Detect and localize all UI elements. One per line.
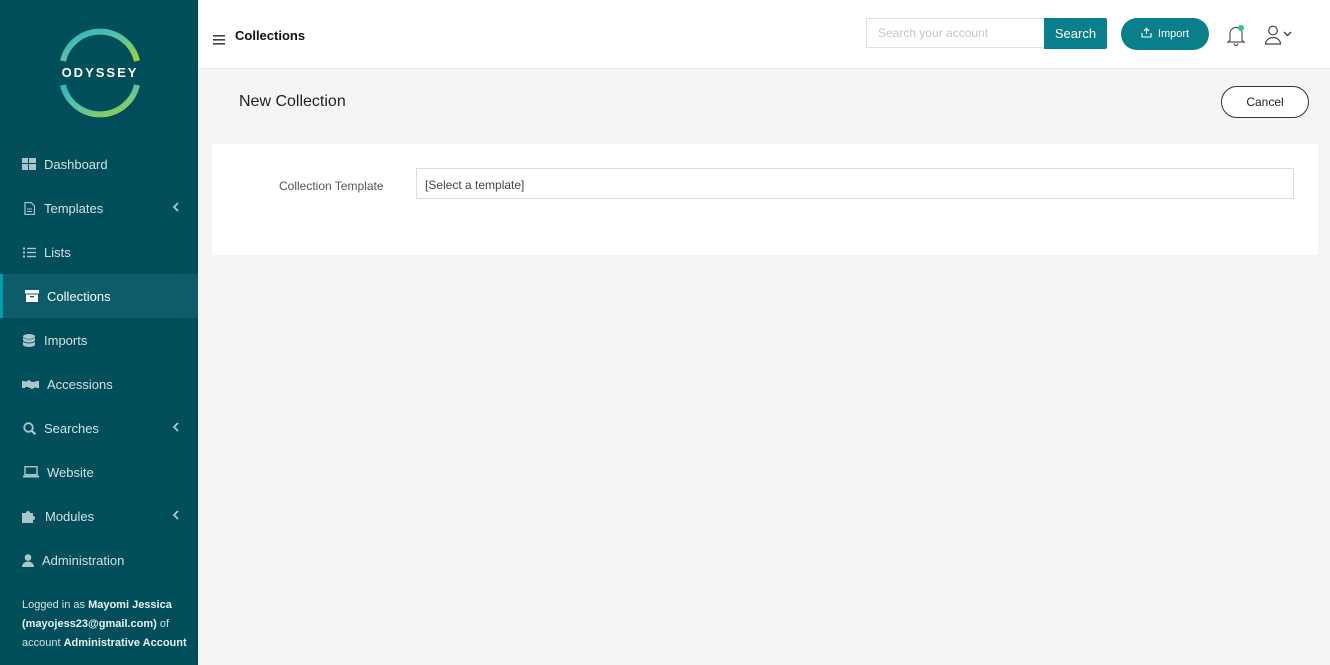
sidebar-item-accessions[interactable]: Accessions: [0, 362, 198, 406]
dashboard-icon: [22, 157, 36, 171]
search-input[interactable]: [866, 18, 1044, 48]
sidebar-item-label: Accessions: [47, 376, 113, 392]
sidebar-item-label: Website: [47, 464, 94, 480]
top-header: Collections Search Import: [198, 0, 1330, 69]
chevron-left-icon: [170, 201, 182, 213]
sidebar-item-dashboard[interactable]: Dashboard: [0, 142, 198, 186]
sidebar-item-administration[interactable]: Administration: [0, 538, 198, 582]
archive-box-icon: [25, 289, 39, 303]
page-title: New Collection: [239, 93, 346, 110]
upload-icon: [1141, 27, 1152, 41]
list-icon: [22, 245, 36, 259]
laptop-icon: [22, 465, 39, 479]
notification-bell-icon[interactable]: [1226, 24, 1246, 47]
sidebar-item-searches[interactable]: Searches: [0, 406, 198, 450]
sidebar-item-label: Administration: [42, 552, 125, 568]
sidebar-item-label: Templates: [44, 200, 104, 216]
sidebar: ODYSSEY Dashboard Templates Lists Collec…: [0, 0, 198, 665]
collection-template-select[interactable]: [Select a template]: [416, 168, 1294, 199]
login-user-email: (mayojess23@gmail.com): [22, 618, 157, 630]
sidebar-nav: Dashboard Templates Lists Collections Im…: [0, 142, 198, 582]
document-icon: [22, 201, 36, 215]
login-account-name: Administrative Account: [63, 637, 187, 649]
sidebar-item-modules[interactable]: Modules: [0, 494, 198, 538]
user-account-icon[interactable]: [1264, 24, 1296, 46]
page-breadcrumb: Collections: [235, 28, 306, 43]
form-card: Collection Template [Select a template]: [212, 144, 1318, 255]
chevron-left-icon: [170, 509, 182, 521]
search-button[interactable]: Search: [1044, 18, 1107, 49]
sidebar-item-templates[interactable]: Templates: [0, 186, 198, 230]
svg-text:ODYSSEY: ODYSSEY: [62, 65, 139, 80]
sidebar-item-label: Dashboard: [44, 156, 108, 172]
odyssey-logo[interactable]: ODYSSEY: [55, 28, 145, 118]
handshake-icon: [22, 377, 39, 391]
sidebar-item-collections[interactable]: Collections: [0, 274, 198, 318]
sidebar-item-label: Modules: [45, 508, 95, 524]
database-icon: [22, 333, 36, 347]
collection-template-label: Collection Template: [279, 179, 384, 193]
hamburger-menu-icon[interactable]: [213, 32, 225, 45]
sidebar-item-label: Collections: [47, 288, 111, 304]
login-prefix: Logged in as: [22, 599, 85, 611]
user-icon: [22, 553, 34, 567]
login-user-name: Mayomi Jessica: [88, 599, 172, 611]
login-info: Logged in as Mayomi Jessica (mayojess23@…: [22, 596, 187, 653]
sidebar-item-label: Imports: [44, 332, 88, 348]
sidebar-item-website[interactable]: Website: [0, 450, 198, 494]
search-icon: [22, 421, 36, 435]
sidebar-item-imports[interactable]: Imports: [0, 318, 198, 362]
import-button[interactable]: Import: [1121, 18, 1209, 50]
sidebar-item-label: Searches: [44, 420, 99, 436]
chevron-left-icon: [170, 421, 182, 433]
sidebar-item-label: Lists: [44, 244, 71, 260]
puzzle-icon: [22, 509, 37, 523]
cancel-button[interactable]: Cancel: [1221, 86, 1309, 118]
import-button-label: Import: [1157, 28, 1190, 40]
sidebar-item-lists[interactable]: Lists: [0, 230, 198, 274]
